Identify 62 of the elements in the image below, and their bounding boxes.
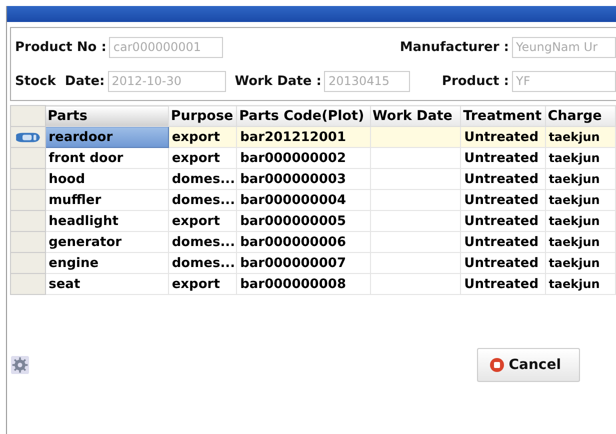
table-cell: bar000000003 xyxy=(236,168,370,190)
column-header: Purpose xyxy=(168,106,237,126)
table-cell: taekjun xyxy=(545,190,616,210)
table-cell: front door xyxy=(45,148,168,168)
row-header-corner xyxy=(10,106,46,126)
input-field[interactable]: YF xyxy=(512,70,616,92)
stop-icon xyxy=(490,358,504,372)
table-cell: domes... xyxy=(168,252,237,274)
table-cell: Untreated xyxy=(460,148,546,168)
table-cell: domes... xyxy=(168,168,237,190)
table-cell: Untreated xyxy=(460,168,546,190)
table-cell: domes... xyxy=(168,190,237,210)
table-cell: Untreated xyxy=(460,274,546,294)
table-cell: Untreated xyxy=(460,252,546,274)
row-header[interactable] xyxy=(10,126,46,148)
field-label: Product : xyxy=(442,74,509,88)
table-cell: bar000000006 xyxy=(236,232,370,252)
table-cell: seat xyxy=(45,274,168,294)
table-cell: hood xyxy=(45,168,168,190)
table-cell: Untreated xyxy=(460,126,546,148)
table-cell: taekjun xyxy=(545,232,616,252)
gear-icon[interactable] xyxy=(11,356,29,374)
table-cell: export xyxy=(168,126,237,148)
table-cell: taekjun xyxy=(545,148,616,168)
table-cell: reardoor xyxy=(45,126,168,148)
column-header: Treatment xyxy=(460,106,546,126)
input-field[interactable]: 2012-10-30 xyxy=(108,70,226,92)
field-label: Work Date : xyxy=(234,74,322,88)
column-header: Parts Code(Plot) xyxy=(236,106,370,126)
field-label: Stock Date: xyxy=(15,74,105,88)
table-cell: taekjun xyxy=(545,274,616,294)
table-cell: bar000000004 xyxy=(236,190,370,210)
table-cell: bar000000002 xyxy=(236,148,370,168)
column-header: Work Date xyxy=(370,106,461,126)
table-cell: bar000000008 xyxy=(236,274,370,294)
cancel-button[interactable]: Cancel xyxy=(476,348,580,382)
input-field[interactable]: 20130415 xyxy=(324,70,410,92)
table-cell: domes... xyxy=(168,232,237,252)
table-cell: taekjun xyxy=(545,168,616,190)
table-cell: Untreated xyxy=(460,210,546,232)
table-cell: bar201212001 xyxy=(236,126,370,148)
car-icon xyxy=(14,132,42,142)
table-cell: taekjun xyxy=(545,252,616,274)
table-cell: taekjun xyxy=(545,126,616,148)
column-header: Charge xyxy=(545,106,616,126)
table-cell: bar000000005 xyxy=(236,210,370,232)
table-cell: export xyxy=(168,210,237,232)
input-field[interactable]: YeungNam Ur xyxy=(512,36,616,58)
table-cell: generator xyxy=(45,232,168,252)
table-cell: export xyxy=(168,274,237,294)
table-cell: taekjun xyxy=(545,210,616,232)
table-cell: bar000000007 xyxy=(236,252,370,274)
input-field[interactable]: car000000001 xyxy=(109,36,224,58)
table-cell: muffler xyxy=(45,190,168,210)
field-label: Product No : xyxy=(15,40,106,54)
table-cell: headlight xyxy=(45,210,168,232)
field-label: Manufacturer : xyxy=(400,40,509,54)
table-cell: Untreated xyxy=(460,232,546,252)
column-header: Parts xyxy=(45,106,168,126)
table-cell: export xyxy=(168,148,237,168)
table-cell: engine xyxy=(45,252,168,274)
table-cell: Untreated xyxy=(460,190,546,210)
